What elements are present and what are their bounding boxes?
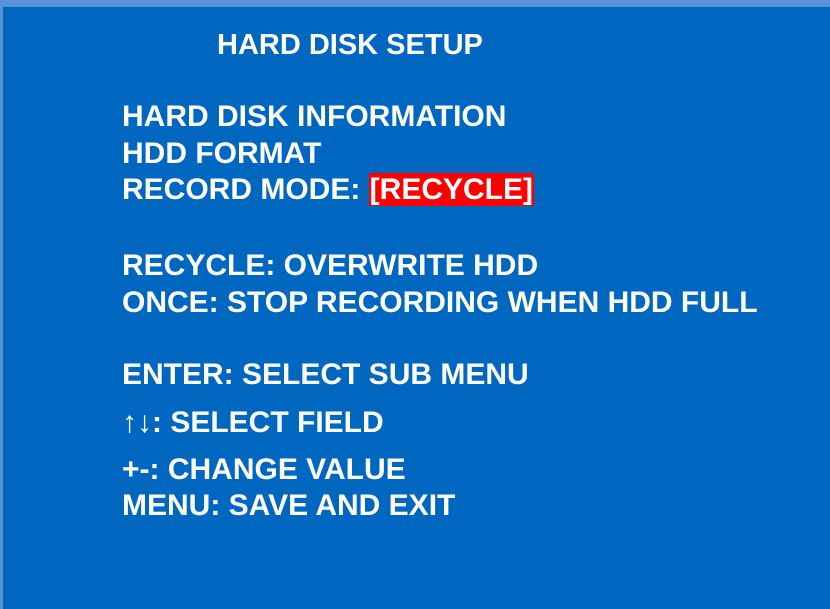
menu-item-hdd-information[interactable]: HARD DISK INFORMATION [122,99,506,135]
help-select-field-label: : SELECT FIELD [152,406,384,439]
help-enter: ENTER: SELECT SUB MENU [122,358,529,391]
osd-screen: HARD DISK SETUP HARD DISK INFORMATION HD… [0,0,830,609]
page-title: HARD DISK SETUP [217,29,483,61]
help-change-value: +-: CHANGE VALUE [122,453,406,486]
description-once: ONCE: STOP RECORDING WHEN HDD FULL [122,286,758,319]
record-mode-value[interactable]: [RECYCLE] [368,173,535,206]
menu-item-record-mode[interactable]: RECORD MODE: [RECYCLE] [122,172,535,208]
description-recycle: RECYCLE: OVERWRITE HDD [122,249,539,282]
menu-item-hdd-format[interactable]: HDD FORMAT [122,136,321,172]
help-select-field: ↑↓: SELECT FIELD [122,405,384,441]
record-mode-label: RECORD MODE: [122,173,369,206]
help-save-exit: MENU: SAVE AND EXIT [122,489,456,522]
up-down-arrows-icon: ↑↓ [122,406,152,439]
